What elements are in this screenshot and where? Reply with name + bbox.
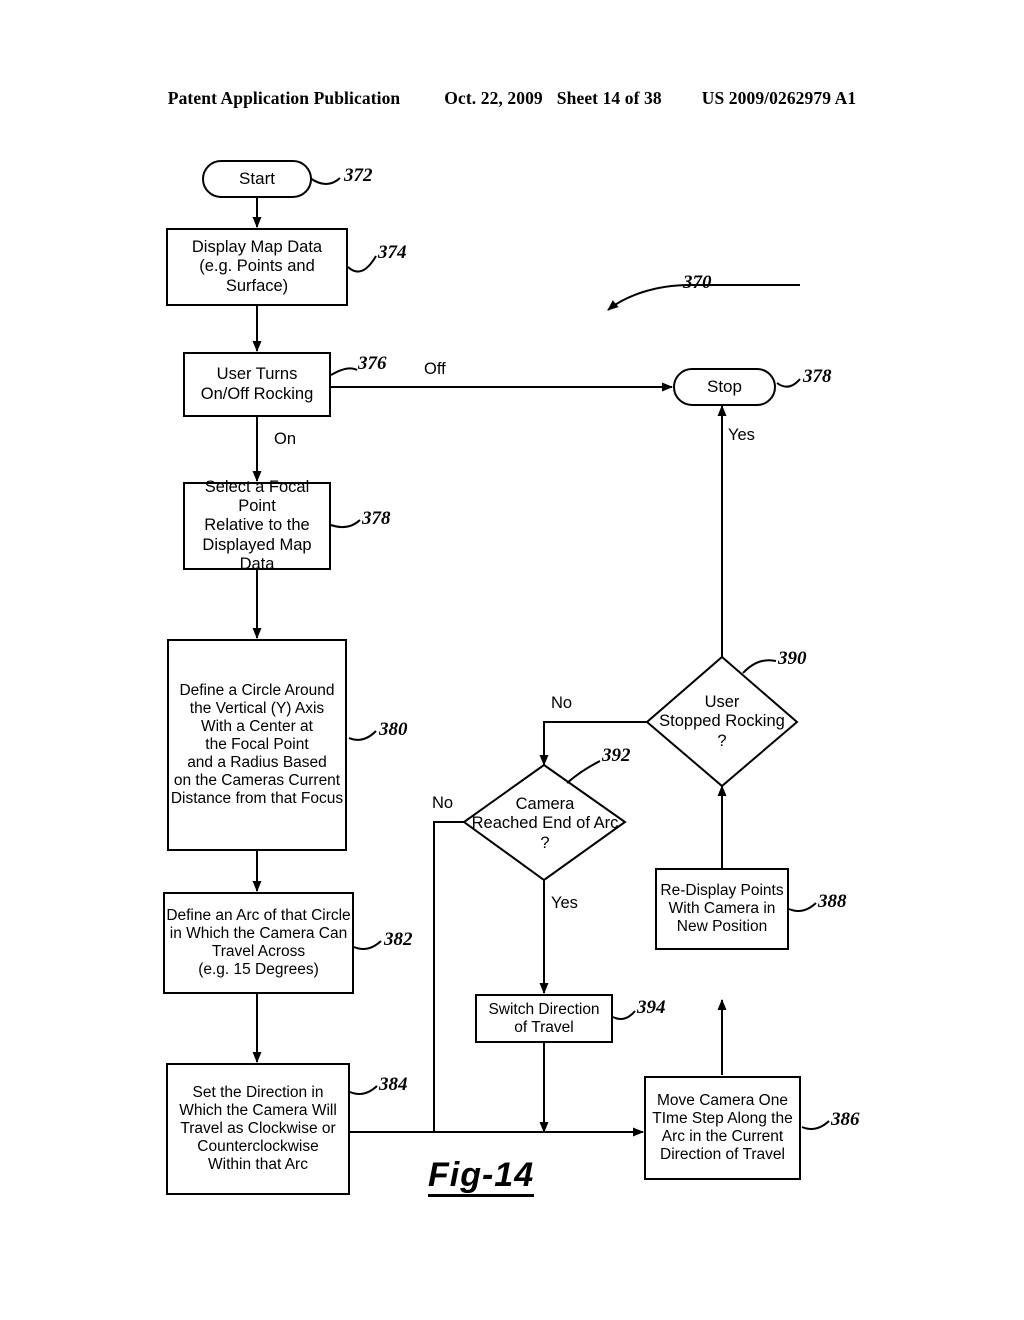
node-set-direction[interactable]: Set the Direction in Which the Camera Wi… (166, 1063, 350, 1195)
node-define-arc[interactable]: Define an Arc of that Circle in Which th… (163, 892, 354, 994)
ref-392: 392 (602, 745, 631, 766)
edge-no-to-reachedend (539, 721, 647, 766)
node-user-stopped-rocking[interactable]: User Stopped Rocking ? (640, 681, 804, 763)
edge-label-off: Off (424, 360, 446, 378)
ref-378-focal: 378 (362, 508, 391, 529)
header-date-text: Oct. 22, 2009 (444, 88, 543, 108)
node-select-focal-point-label: Select a Focal Point Relative to the Dis… (202, 478, 312, 573)
node-switch-direction-label: Switch Direction of Travel (488, 1000, 600, 1036)
node-move-camera-label: Move Camera One TIme Step Along the Arc … (652, 1092, 793, 1163)
ref-372: 372 (344, 165, 373, 186)
header-patent-number-text: US 2009/0262979 A1 (701, 88, 857, 108)
edge-label-no-reached-end: No (432, 794, 454, 812)
node-user-stopped-rocking-label: User Stopped Rocking ? (659, 692, 785, 750)
node-define-arc-label: Define an Arc of that Circle in Which th… (166, 907, 351, 978)
ref-374: 374 (378, 242, 407, 263)
ref-384: 384 (379, 1074, 408, 1095)
node-stop-label: Stop (707, 377, 742, 397)
publication-header: Patent Application Publication Oct. 22, … (0, 88, 1024, 109)
flowchart-connectors (252, 177, 830, 1137)
header-publication-text: Patent Application Publication (167, 88, 401, 108)
node-redisplay-points-label: Re-Display Points With Camera in New Pos… (660, 882, 784, 935)
ref-376: 376 (358, 353, 387, 374)
node-switch-direction[interactable]: Switch Direction of Travel (475, 994, 613, 1043)
ref-378-stop: 378 (803, 366, 832, 387)
edge-label-on: On (274, 430, 297, 448)
node-start[interactable]: Start (202, 160, 312, 198)
node-display-map-data[interactable]: Display Map Data (e.g. Points and Surfac… (166, 228, 348, 306)
ref-394: 394 (637, 997, 666, 1018)
leader-374 (347, 255, 377, 273)
leader-386 (801, 1120, 830, 1130)
leader-382 (353, 940, 382, 950)
edge-label-yes-reached-end: Yes (551, 894, 578, 912)
leader-384 (349, 1085, 378, 1095)
edge-label-no-user-stopped: No (551, 694, 573, 712)
ref-388: 388 (818, 891, 847, 912)
ref-382: 382 (384, 929, 413, 950)
ref-380: 380 (379, 719, 408, 740)
flowchart-canvas (0, 0, 1024, 1320)
node-user-turns-rocking-label: User Turns On/Off Rocking (200, 365, 314, 403)
node-redisplay-points[interactable]: Re-Display Points With Camera in New Pos… (655, 868, 789, 950)
edge-label-yes-stop: Yes (728, 426, 755, 444)
leader-380 (348, 730, 377, 741)
node-reached-end-of-arc[interactable]: Camera Reached End of Arc ? (459, 784, 631, 864)
ref-390: 390 (778, 648, 807, 669)
node-define-circle-label: Define a Circle Around the Vertical (Y) … (170, 682, 344, 807)
node-set-direction-label: Set the Direction in Which the Camera Wi… (179, 1084, 337, 1173)
node-user-turns-rocking[interactable]: User Turns On/Off Rocking (183, 352, 331, 417)
node-start-label: Start (239, 169, 275, 189)
edge-no-reachedend-to-bottomline (433, 821, 464, 1132)
node-move-camera[interactable]: Move Camera One TIme Step Along the Arc … (644, 1076, 801, 1180)
leader-392 (566, 760, 601, 784)
leader-390 (742, 659, 777, 674)
leader-378-focal (330, 519, 361, 529)
node-define-circle[interactable]: Define a Circle Around the Vertical (Y) … (167, 639, 347, 851)
figure-caption: Fig-14 (428, 1158, 535, 1197)
leader-388 (788, 902, 817, 912)
leader-372 (309, 177, 341, 185)
leader-376 (330, 367, 358, 376)
ref-370: 370 (683, 272, 712, 293)
ref-386: 386 (831, 1109, 860, 1130)
node-stop[interactable]: Stop (673, 368, 776, 406)
leader-378-stop (776, 378, 801, 388)
node-reached-end-of-arc-label: Camera Reached End of Arc ? (471, 794, 619, 852)
header-sheet-text: Sheet 14 of 38 (556, 88, 662, 108)
node-select-focal-point[interactable]: Select a Focal Point Relative to the Dis… (183, 478, 331, 573)
node-display-map-data-label: Display Map Data (e.g. Points and Surfac… (191, 238, 323, 295)
leader-394 (612, 1010, 636, 1020)
